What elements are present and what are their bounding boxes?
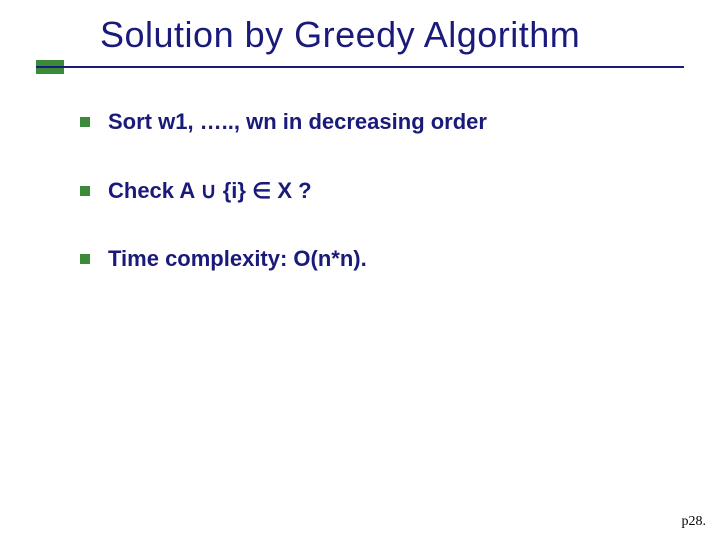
list-item: Time complexity: O(n*n). [80,245,660,274]
title-underline [36,66,684,68]
bullet-list: Sort w1, ….., wn in decreasing order Che… [80,108,660,314]
page-number: p28. [682,514,707,530]
bullet-icon [80,186,90,196]
slide-container: Solution by Greedy Algorithm Sort w1, ….… [0,0,720,540]
slide-title: Solution by Greedy Algorithm [100,14,580,56]
bullet-icon [80,254,90,264]
list-item: Sort w1, ….., wn in decreasing order [80,108,660,137]
bullet-text: Check A ∪ {i} ∈ X ? [108,177,312,206]
bullet-text: Time complexity: O(n*n). [108,245,367,274]
bullet-text: Sort w1, ….., wn in decreasing order [108,108,487,137]
list-item: Check A ∪ {i} ∈ X ? [80,177,660,206]
bullet-icon [80,117,90,127]
